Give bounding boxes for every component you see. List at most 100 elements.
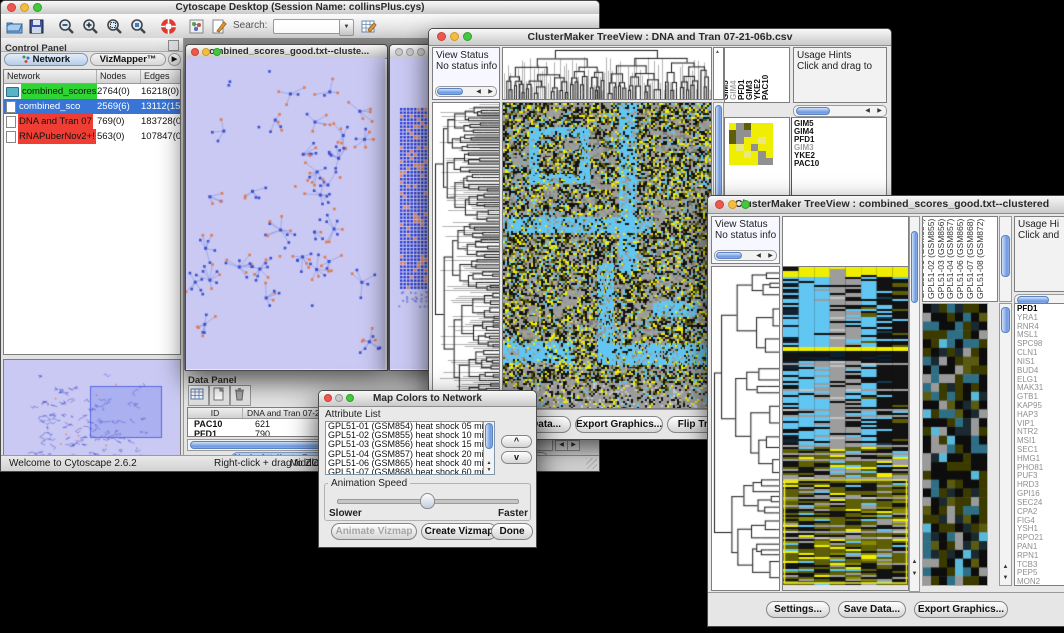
tv1-zoom-cell[interactable]	[729, 144, 736, 151]
zoom-selected-icon[interactable]	[129, 17, 148, 36]
tv1-zoom-cell[interactable]	[736, 158, 743, 165]
tv1-zoom-cell[interactable]	[729, 151, 736, 158]
scroll-left-arrow[interactable]: ◀	[862, 107, 873, 116]
zoom-button[interactable]	[213, 48, 221, 56]
tv1-zoom-cell[interactable]	[766, 137, 773, 144]
help-lifesaver-icon[interactable]	[159, 17, 178, 36]
scroll-thumb[interactable]	[796, 107, 830, 115]
scroll-right-arrow[interactable]: ▶	[485, 88, 496, 97]
dialog-titlebar[interactable]: Map Colors to Network	[319, 391, 536, 407]
plugins-icon[interactable]	[187, 17, 206, 36]
scroll-up-arrow[interactable]: ▲	[910, 558, 919, 567]
tv1-zoom-cell[interactable]	[744, 130, 751, 137]
tv1-zoom-cell[interactable]	[758, 137, 765, 144]
delete-attribute-trash-icon[interactable]	[230, 385, 251, 406]
tv1-zoom-cell[interactable]	[751, 123, 758, 130]
zoom-fit-icon[interactable]	[105, 17, 124, 36]
tv1-zoom-cell[interactable]	[744, 144, 751, 151]
tv1-zoom-cell[interactable]	[736, 130, 743, 137]
tv1-zoom-cell[interactable]	[736, 144, 743, 151]
tv1-zoom-cell[interactable]	[758, 144, 765, 151]
tv2-heatmap[interactable]	[782, 266, 909, 591]
close-button[interactable]	[324, 394, 332, 402]
scroll-right-arrow[interactable]: ▶	[567, 440, 580, 451]
scroll-right-arrow[interactable]: ▶	[765, 252, 776, 261]
move-down-button[interactable]: v	[501, 451, 532, 464]
tv1-zoom-cell[interactable]	[751, 158, 758, 165]
tv2-zoom-heatmap[interactable]	[922, 303, 988, 586]
tv2-column-tree-panel[interactable]	[782, 216, 909, 267]
new-attribute-icon[interactable]	[209, 385, 230, 406]
move-up-button[interactable]: ^	[501, 435, 532, 448]
tv1-zoom-cell[interactable]	[766, 151, 773, 158]
scroll-left-arrow[interactable]: ◀	[753, 252, 764, 261]
zoom-out-icon[interactable]	[57, 17, 76, 36]
tv1-zoom-cell[interactable]	[744, 123, 751, 130]
vscroll-thumb[interactable]	[715, 105, 722, 197]
network-tree-row[interactable]: combined_sco2569(6)13112(15)	[4, 99, 180, 114]
open-session-icon[interactable]	[5, 17, 24, 36]
scroll-down-arrow[interactable]: ▼	[484, 467, 494, 473]
scroll-up-arrow[interactable]: ▲	[715, 49, 720, 55]
tv1-status-scrollbar[interactable]: ◀ ▶	[435, 86, 497, 97]
done-button[interactable]: Done	[491, 523, 533, 540]
scroll-up-arrow[interactable]: ▲	[1000, 563, 1011, 572]
tv1-zoom-cell[interactable]	[744, 151, 751, 158]
scroll-thumb[interactable]	[437, 88, 463, 95]
annotation-icon[interactable]	[209, 17, 228, 36]
close-button[interactable]	[395, 48, 403, 56]
tv1-zoom-cell[interactable]	[766, 123, 773, 130]
tv2-column-labels-scrollbar[interactable]	[999, 216, 1012, 302]
tv1-row-label[interactable]: PAC10	[792, 160, 886, 168]
tv1-zoom-cell[interactable]	[758, 130, 765, 137]
tv2-gene-scrollbar[interactable]: ▲ ▼	[999, 303, 1012, 586]
tv1-export-graphics-button[interactable]: Export Graphics...	[575, 416, 663, 433]
tv2-status-scrollbar[interactable]: ◀ ▶	[714, 250, 777, 261]
scroll-left-arrow[interactable]: ◀	[473, 88, 484, 97]
search-dropdown-arrow[interactable]: ▼	[339, 19, 354, 36]
scroll-right-arrow[interactable]: ▶	[874, 107, 885, 116]
tv2-row-dendrogram[interactable]	[711, 266, 780, 591]
attribute-list-item[interactable]: GPL51-07 (GSM868) heat shock 60 min	[326, 468, 494, 475]
tv1-zoom-cell[interactable]	[736, 137, 743, 144]
attribute-listbox[interactable]: GPL51-01 (GSM854) heat shock 05 minGPL51…	[325, 421, 495, 475]
speed-slider-thumb[interactable]	[420, 493, 435, 509]
tv2-main-vscrollbar[interactable]: ▲ ▼	[909, 216, 920, 592]
tv2-gene-label[interactable]: MON2	[1015, 578, 1064, 586]
vscroll-thumb[interactable]	[1001, 307, 1010, 333]
tv1-zoom-cell[interactable]	[758, 151, 765, 158]
tv1-zoom-cell[interactable]	[744, 137, 751, 144]
network-tree-row[interactable]: RNAPuberNov2+!563(0)107847(0)	[4, 129, 180, 144]
tv1-mini-scroll-strip[interactable]: ▲	[713, 47, 724, 100]
zoom-button[interactable]	[463, 32, 472, 41]
tab-vizmapper[interactable]: VizMapper™	[90, 53, 166, 66]
network-tree-row[interactable]: DNA and Tran 07769(0)183728(0)	[4, 114, 180, 129]
tv2-column-label[interactable]: GPL51-06 (GSM865)	[955, 217, 965, 299]
tv2-column-label[interactable]: GPL51-07 (GSM868)	[965, 217, 975, 299]
tv1-zoom-cell[interactable]	[758, 123, 765, 130]
resize-grip[interactable]	[586, 458, 597, 469]
close-button[interactable]	[7, 3, 16, 12]
tv1-heatmap[interactable]	[502, 102, 712, 409]
search-input[interactable]	[273, 19, 341, 34]
zoom-in-icon[interactable]	[81, 17, 100, 36]
tv2-column-label[interactable]: GPL51-04 (GSM857)	[945, 217, 955, 299]
minimize-button[interactable]	[20, 3, 29, 12]
zoom-button[interactable]	[33, 3, 42, 12]
tv1-zoom-cell[interactable]	[751, 151, 758, 158]
minimize-button[interactable]	[450, 32, 459, 41]
close-button[interactable]	[191, 48, 199, 56]
tv2-save-data-button[interactable]: Save Data...	[838, 601, 906, 618]
network-overview-panel[interactable]	[3, 359, 181, 466]
minimize-button[interactable]	[335, 394, 343, 402]
tv1-zoom-cell[interactable]	[751, 144, 758, 151]
tab-overflow-arrow[interactable]: ▶	[168, 53, 181, 66]
zoom-button[interactable]	[741, 200, 750, 209]
tv1-zoom-cell[interactable]	[766, 158, 773, 165]
zoom-button[interactable]	[417, 48, 425, 56]
tv1-zoom-cell[interactable]	[766, 130, 773, 137]
close-button[interactable]	[715, 200, 724, 209]
network-tree-row[interactable]: combined_scores2764(0)16218(0)	[4, 84, 180, 99]
tv1-zoom-cell[interactable]	[751, 137, 758, 144]
zoom-button[interactable]	[346, 394, 354, 402]
